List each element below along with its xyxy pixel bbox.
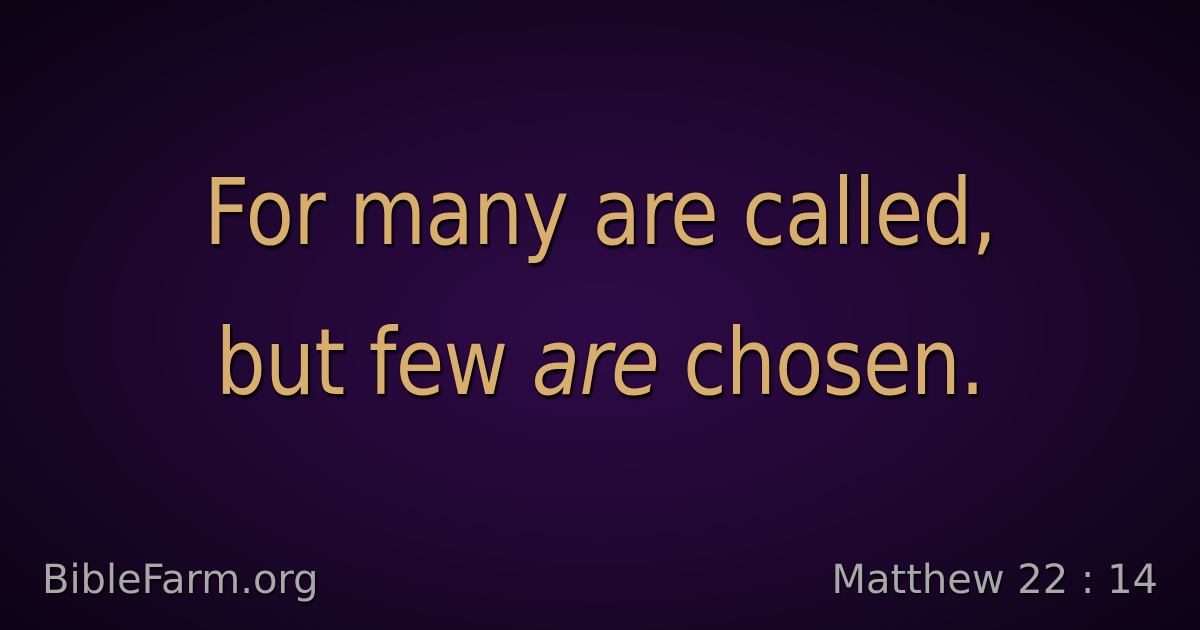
site-name: BibleFarm.org — [42, 557, 319, 603]
verse-line-2: but few are chosen. — [84, 288, 1116, 438]
verse-emphasis: are — [531, 309, 660, 416]
verse-line-1: For many are called, — [203, 159, 997, 266]
verse-reference: Matthew 22 : 14 — [831, 557, 1158, 603]
verse-line-2-start: but few — [215, 309, 532, 416]
verse-card: For many are called, but few are chosen.… — [0, 0, 1200, 630]
verse-line-2-end: chosen. — [658, 309, 985, 416]
verse-quote: For many are called, but few are chosen. — [84, 138, 1116, 438]
